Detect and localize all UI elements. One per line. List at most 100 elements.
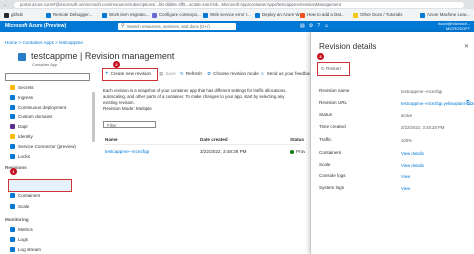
sidebar-item-service-connector-preview-icon: [10, 143, 15, 149]
bookmark-label: Deploy an Azure W...: [262, 12, 303, 17]
bookmark-item[interactable]: How to add a Dat...: [300, 11, 345, 19]
bookmark-favicon-icon: [420, 12, 425, 18]
bookmark-item[interactable]: Remote Debugger...: [46, 11, 92, 19]
bookmark-label: Azure Machine Lear...: [427, 12, 470, 17]
bookmark-item[interactable]: Web service error r...: [203, 11, 251, 19]
bookmark-favicon-icon: [102, 12, 107, 18]
sidebar-search[interactable]: [5, 73, 90, 81]
bookmark-item[interactable]: Deploy an Azure W...: [255, 11, 303, 19]
bookmark-item[interactable]: github: [4, 11, 23, 19]
sidebar-item-custom-domains[interactable]: Custom domains: [10, 112, 52, 121]
create-revision-button[interactable]: + Create new revision: [105, 70, 151, 78]
bookmark-label: Remote Debugger...: [53, 12, 93, 17]
azure-top-bar: Microsoft Azure (Preview) ⚲ Search resou…: [0, 21, 474, 32]
bookmark-label: Web service error r...: [210, 12, 251, 17]
copy-icon[interactable]: ⎘: [466, 100, 470, 106]
col-date[interactable]: Date created: [200, 137, 228, 142]
sidebar-item-label: Ingress: [18, 94, 34, 100]
detail-label: Status: [319, 112, 333, 117]
detail-label: Revision URL: [319, 100, 348, 105]
bookmark-item[interactable]: Azure Machine Lear...: [420, 11, 470, 19]
row-status: Provisioned: [290, 149, 305, 154]
detail-value: testcappme--mcezfqp: [401, 89, 443, 94]
sidebar-item-service-connector-preview[interactable]: Service Connector (preview): [10, 142, 76, 151]
sidebar-scrollbar[interactable]: [92, 92, 95, 142]
sidebar-item-secrets[interactable]: Secrets: [10, 83, 34, 92]
detail-value: 3/22/2022, 3:48:28 PM: [401, 125, 445, 130]
col-status[interactable]: Status: [290, 137, 304, 142]
sidebar-item-dapr-icon: [10, 124, 15, 130]
sidebar-item-locks[interactable]: Locks: [10, 152, 30, 161]
save-button[interactable]: ▦ Save: [159, 70, 176, 78]
bookmark-item[interactable]: Configure contexpo...: [152, 11, 201, 19]
feedback-button[interactable]: ☺ Send us your feedback: [260, 70, 314, 78]
restart-button[interactable]: ↻ Restart: [317, 62, 350, 76]
sidebar-item-label: Locks: [18, 153, 31, 159]
detail-value-link[interactable]: View details: [401, 151, 424, 156]
sidebar-item-metrics[interactable]: Metrics: [10, 225, 33, 234]
search-input[interactable]: ⚲ Search resources, services, and docs (…: [118, 23, 236, 30]
sidebar-item-custom-domains-icon: [10, 114, 15, 120]
restart-label: Restart: [326, 66, 341, 71]
bookmark-favicon-icon: [152, 12, 157, 18]
user-tenant: MICROSOFT: [446, 25, 470, 31]
sidebar-item-scale[interactable]: Scale: [10, 202, 30, 211]
detail-label: Revision name: [319, 88, 350, 93]
user-account[interactable]: rlucid@microsof... MICROSOFT: [438, 21, 470, 31]
close-icon[interactable]: ✕: [464, 43, 469, 50]
sidebar-item-log-stream-icon: [10, 247, 15, 252]
sidebar-item-continuous-deployment[interactable]: Continuous deployment: [10, 103, 66, 112]
search-placeholder: Search resources, services, and docs (G+…: [127, 24, 210, 29]
sidebar-item-label: Custom domains: [18, 114, 53, 120]
detail-value-link[interactable]: View: [401, 174, 410, 179]
sidebar-item-continuous-deployment-icon: [10, 104, 15, 110]
bookmark-favicon-icon: [203, 12, 208, 18]
bookmark-label: github: [11, 12, 23, 17]
sidebar-item-logs[interactable]: Logs: [10, 235, 28, 244]
create-revision-label: Create new revision: [110, 71, 152, 76]
detail-value-link[interactable]: View details: [401, 163, 424, 168]
detail-value-link[interactable]: testcappme--mcezfqp.yellowplant-2d2e...: [401, 101, 474, 106]
section-monitoring: Monitoring: [5, 217, 29, 222]
detail-label: Traffic: [319, 137, 332, 142]
azure-brand[interactable]: Microsoft Azure (Preview): [5, 21, 66, 32]
feedback-label: Send us your feedback: [266, 71, 314, 76]
sidebar-item-identity[interactable]: Identity: [10, 132, 33, 141]
sidebar-item-ingress[interactable]: Ingress: [10, 93, 33, 102]
detail-value-link[interactable]: View: [401, 186, 410, 191]
sidebar-item-containers[interactable]: Containers: [10, 191, 40, 200]
table-divider: [103, 144, 300, 145]
save-icon: ▦: [159, 71, 164, 76]
detail-value: 100%: [401, 138, 412, 143]
filter-input[interactable]: Filter: [103, 121, 156, 128]
step-badge-1: 1: [10, 168, 17, 175]
col-name[interactable]: Name: [105, 137, 118, 142]
breadcrumb[interactable]: Home > Container Apps > testcappme: [5, 40, 83, 45]
sidebar-item-label: Scale: [18, 204, 30, 209]
choose-mode-button[interactable]: ⚙ Choose revision mode: [207, 70, 259, 78]
sidebar-item-dapr[interactable]: Dapr: [10, 122, 28, 131]
restart-icon: ↻: [321, 66, 325, 71]
page-title: testcappme | Revision management: [31, 51, 175, 61]
sidebar-item-label: Secrets: [18, 85, 34, 90]
row-name-link[interactable]: testcappme--mcezfqp: [105, 149, 149, 154]
address-field[interactable]: portal.azure.com/#@microsoft.onmicrosoft…: [14, 1, 464, 8]
back-icon[interactable]: ←: [3, 2, 8, 8]
detail-label: Console logs: [319, 173, 346, 178]
refresh-button[interactable]: ↻ Refresh: [180, 70, 202, 78]
revision-mode: Revision Mode: Multiple: [103, 106, 152, 111]
sidebar-item-label: Log stream: [18, 247, 41, 252]
detail-label: Time created: [319, 124, 346, 129]
browser-url-bar: ← portal.azure.com/#@microsoft.onmicroso…: [0, 0, 474, 9]
top-bar-icons[interactable]: ▤⚙?☺: [300, 23, 333, 29]
row-date: 3/22/2022, 3:48:28 PM: [200, 149, 247, 154]
refresh-label: Refresh: [185, 71, 202, 76]
sidebar-item-identity-icon: [10, 134, 15, 139]
sidebar-item-label: Containers: [18, 193, 41, 198]
bookmark-item[interactable]: Other Docs / Tutorials: [353, 11, 402, 19]
bookmark-item[interactable]: Work item migratio...: [102, 11, 149, 19]
sidebar-item-label: Identity: [18, 134, 33, 139]
row-status-label: Provisioned: [296, 149, 305, 154]
sidebar-item-log-stream[interactable]: Log stream: [10, 245, 41, 254]
choose-mode-label: Choose revision mode: [213, 71, 259, 76]
